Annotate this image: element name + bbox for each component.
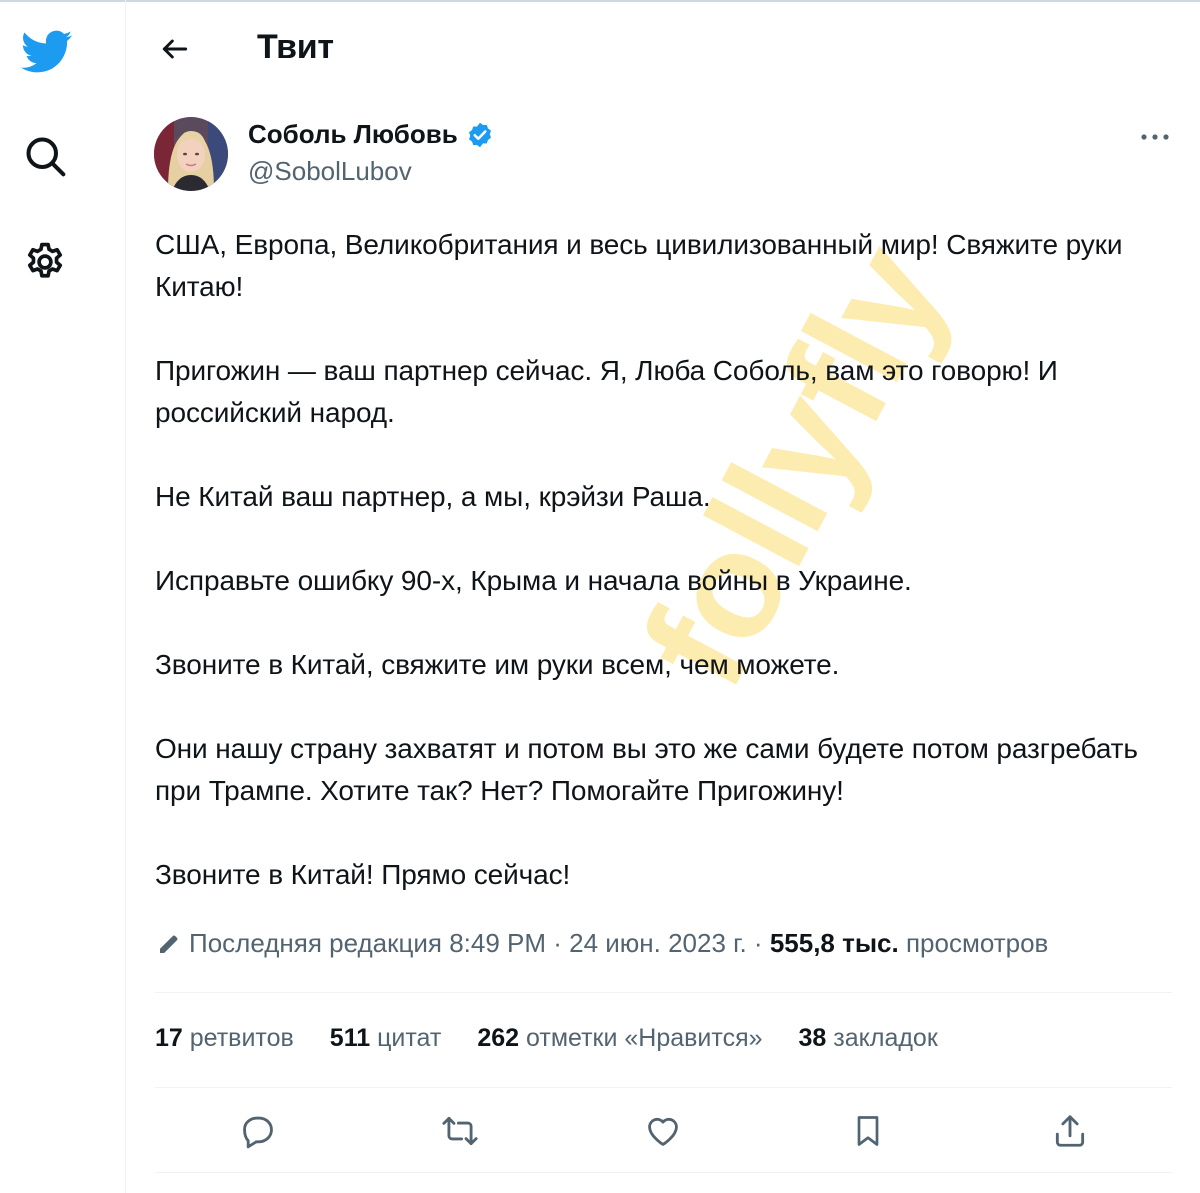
edited-label[interactable]: Последняя редакция 8:49 PM · 24 июн. 202… [189,928,770,959]
tweet-text: США, Европа, Великобритания и весь цивил… [155,224,1175,938]
stat-likes[interactable]: 262 отметки «Нравится» [477,1024,762,1053]
heart-icon [648,1117,678,1146]
pencil-icon [157,932,181,956]
like-button[interactable] [638,1106,688,1156]
arrow-left-icon [162,39,188,59]
share-icon [1055,1115,1085,1147]
author-name-text: Соболь Любовь [248,119,458,149]
verified-badge-icon [468,122,491,147]
divider [155,992,1172,993]
tweet-paragraph: Звоните в Китай, свяжите им руки всем, ч… [155,649,840,680]
divider [155,1172,1172,1173]
views-count[interactable]: 555,8 тыс. [770,928,899,959]
retweet-button[interactable] [435,1106,485,1156]
stat-quotes[interactable]: 511 цитат [330,1024,442,1053]
bookmark-button[interactable] [843,1106,893,1156]
author-name[interactable]: Соболь Любовь [248,119,494,150]
tweet-paragraph: Не Китай ваш партнер, а мы, крэйзи Раша. [155,481,711,512]
gear-icon[interactable] [15,232,75,292]
engagement-stats: 17 ретвитов 511 цитат 262 отметки «Нрави… [155,1024,938,1053]
page-title: Твит [257,28,334,66]
twitter-bird-icon[interactable] [17,22,77,82]
top-border [0,0,1200,2]
bookmark-icon [857,1116,879,1146]
retweet-icon [442,1116,478,1146]
more-horizontal-icon [1141,134,1169,140]
tweet-paragraph: США, Европа, Великобритания и весь цивил… [155,229,1123,302]
share-button[interactable] [1045,1106,1095,1156]
reply-icon [243,1116,273,1149]
author-handle[interactable]: @SobolLubov [248,156,412,187]
tweet-paragraph: Звоните в Китай! Прямо сейчас! [155,859,571,890]
tweet-paragraph: Они нашу страну захватят и потом вы это … [155,733,1138,806]
search-icon[interactable] [15,126,75,186]
stat-bookmarks[interactable]: 38 закладок [799,1024,938,1053]
tweet-meta: Последняя редакция 8:49 PM · 24 июн. 202… [157,928,1048,959]
tweet-paragraph: Исправьте ошибку 90-х, Крыма и начала во… [155,565,912,596]
avatar[interactable] [154,117,228,191]
reply-button[interactable] [233,1106,283,1156]
tweet-paragraph: Пригожин — ваш партнер сейчас. Я, Люба С… [155,355,1058,428]
back-button[interactable] [150,24,200,74]
sidebar [0,0,126,1193]
views-label: просмотров [898,928,1049,958]
divider [155,1087,1172,1088]
stat-retweets[interactable]: 17 ретвитов [155,1024,294,1053]
more-button[interactable] [1130,120,1180,154]
